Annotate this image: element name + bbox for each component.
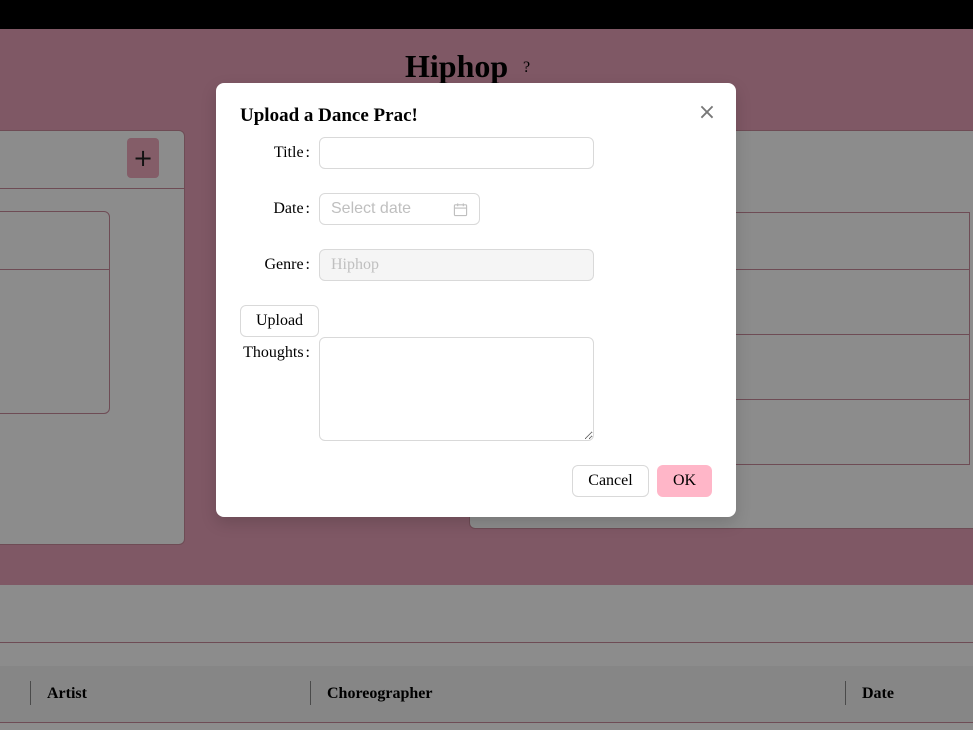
title-input[interactable] bbox=[319, 137, 594, 169]
genre-input: Hiphop bbox=[319, 249, 594, 281]
modal-title: Upload a Dance Prac! bbox=[240, 105, 418, 126]
thoughts-label: Thoughts: bbox=[243, 344, 310, 361]
upload-button[interactable]: Upload bbox=[240, 305, 319, 337]
title-label: Title: bbox=[273, 144, 310, 161]
close-icon: × bbox=[697, 99, 717, 125]
ok-button[interactable]: OK bbox=[657, 465, 712, 497]
thoughts-textarea[interactable] bbox=[319, 337, 594, 441]
date-picker[interactable]: Select date bbox=[319, 193, 480, 225]
calendar-icon bbox=[453, 203, 468, 217]
upload-modal: Upload a Dance Prac! × Title: Date: Sele… bbox=[216, 83, 736, 517]
close-button[interactable]: × bbox=[696, 99, 718, 125]
date-label: Date: bbox=[273, 200, 310, 217]
cancel-button[interactable]: Cancel bbox=[572, 465, 649, 497]
browser-top-bar bbox=[0, 0, 973, 29]
page: Hiphop ? + Artist Choreographer Date Upl… bbox=[0, 0, 973, 730]
date-placeholder: Select date bbox=[331, 200, 412, 217]
genre-label: Genre: bbox=[264, 256, 310, 273]
